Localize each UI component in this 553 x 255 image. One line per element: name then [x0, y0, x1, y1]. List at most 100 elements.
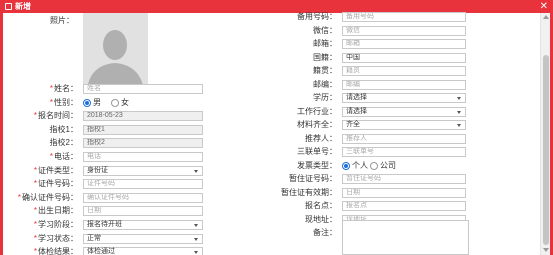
select-id_type[interactable]: 身份证 — [83, 165, 203, 176]
input-temp_exp[interactable]: 日期 — [342, 187, 466, 198]
required-mark: * — [49, 152, 53, 161]
select-value: 体检通过 — [87, 248, 115, 255]
field-label-stage: *学习阶段： — [2, 220, 78, 230]
select-industry[interactable]: 请选择 — [342, 106, 466, 117]
input-id_no[interactable]: 证件号码 — [83, 179, 203, 190]
field-label-text: 三联单号： — [297, 147, 337, 156]
scrollbar-thumb[interactable] — [543, 55, 549, 245]
select-exam[interactable]: 体检通过 — [83, 247, 203, 255]
textarea-remark[interactable] — [342, 220, 469, 255]
field-label-text: 邮编： — [313, 79, 337, 89]
field-label-text: 姓名： — [54, 84, 78, 93]
field-label-text: 备用号码： — [297, 12, 337, 21]
input-nation[interactable]: 中国 — [342, 52, 466, 63]
input-name[interactable]: 姓名 — [83, 84, 203, 94]
field-label-text: 工作行业： — [297, 106, 337, 116]
field-label-phone: *电话： — [2, 152, 78, 162]
field-label-triple: 三联单号： — [262, 147, 337, 157]
select-value: 请选择 — [346, 107, 367, 115]
field-label-id_confirm: *确认证件号码： — [2, 193, 78, 203]
radio-gender-1[interactable] — [111, 98, 119, 107]
field-label-temp_id: 暂住证号码： — [262, 174, 337, 184]
field-label-text: 报名点： — [305, 201, 337, 210]
select-value: 齐全 — [346, 121, 360, 128]
field-label-id_type: *证件类型： — [2, 166, 78, 176]
field-label-referrer: 推荐人： — [262, 134, 337, 144]
input-alt_phone[interactable]: 备用号码 — [342, 12, 466, 22]
field-label-text: 体检结果： — [38, 247, 78, 255]
field-label-text: 备注： — [313, 228, 337, 237]
input-referrer[interactable]: 推荐人 — [342, 133, 466, 144]
required-mark: * — [33, 179, 37, 189]
select-stage[interactable]: 报名待开班 — [83, 220, 203, 230]
required-mark: * — [17, 192, 21, 202]
input-triple[interactable]: 三联单号 — [342, 147, 466, 157]
field-label-campus2: 指校2： — [2, 138, 78, 148]
field-label-material: 材料齐全： — [262, 120, 337, 130]
input-email[interactable]: 邮箱 — [342, 39, 466, 49]
field-label-native: 籍贯： — [262, 66, 337, 76]
avatar-placeholder-icon — [83, 13, 148, 90]
required-mark: * — [33, 220, 37, 229]
input-postcode[interactable]: 邮编 — [342, 79, 466, 90]
close-icon[interactable]: ✕ — [540, 0, 548, 13]
input-reg_point[interactable]: 报名点 — [342, 201, 466, 211]
photo-upload[interactable] — [83, 13, 148, 90]
chevron-down-icon — [194, 224, 198, 227]
field-label-text: 学习状态： — [38, 233, 78, 243]
input-campus1: 指校1 — [83, 124, 203, 135]
input-campus2: 指校2 — [83, 138, 203, 149]
input-temp_id[interactable]: 暂住证号码 — [342, 174, 466, 184]
required-mark: * — [49, 97, 53, 107]
scrollbar[interactable] — [540, 13, 550, 255]
chevron-down-icon — [457, 124, 461, 127]
field-label-campus1: 指校1： — [2, 125, 78, 135]
field-label-nation: 国籍： — [262, 53, 337, 63]
radio-gender-0[interactable] — [83, 98, 91, 107]
field-label-alt_phone: 备用号码： — [262, 12, 337, 22]
select-material[interactable]: 齐全 — [342, 120, 466, 130]
field-label-text: 发票类型： — [297, 160, 337, 170]
radio-label: 个人 — [352, 160, 368, 170]
chevron-down-icon — [194, 169, 198, 173]
field-label-invoice: 发票类型： — [262, 161, 337, 171]
radio-label: 公司 — [380, 160, 396, 170]
input-native[interactable]: 籍贯 — [342, 66, 466, 76]
field-label-text: 暂住证号码： — [289, 174, 337, 183]
input-birth[interactable]: 日期 — [83, 206, 203, 217]
field-label-text: 指校1： — [49, 124, 78, 134]
field-label-status: *学习状态： — [2, 234, 78, 244]
field-label-text: 现地址： — [305, 214, 337, 224]
select-education[interactable]: 请选择 — [342, 93, 466, 103]
field-label-text: 学习阶段： — [38, 220, 78, 229]
input-reg_time: 2018-05-23 — [83, 111, 203, 122]
input-id_confirm[interactable]: 确认证件号码 — [83, 192, 203, 203]
field-label-birth: *出生日期： — [2, 206, 78, 216]
input-phone[interactable]: 电话 — [83, 152, 203, 162]
field-label-text: 邮箱： — [313, 39, 337, 48]
radio-invoice-1[interactable] — [370, 161, 378, 170]
scroll-up-icon[interactable] — [543, 15, 549, 19]
scroll-down-icon[interactable] — [543, 248, 549, 252]
chevron-down-icon — [194, 251, 198, 255]
field-label-address: 现地址： — [262, 215, 337, 225]
field-label-text: 推荐人： — [305, 133, 337, 143]
field-label-industry: 工作行业： — [262, 107, 337, 117]
select-value: 请选择 — [346, 94, 367, 101]
radio-invoice-0[interactable] — [342, 161, 350, 170]
field-label-id_no: *证件号码： — [2, 179, 78, 189]
select-value: 身份证 — [87, 166, 108, 174]
required-mark: * — [33, 206, 37, 216]
field-label-reg_point: 报名点： — [262, 201, 337, 211]
required-mark: * — [49, 84, 53, 93]
radio-label: 男 — [93, 97, 101, 107]
field-label-text: 国籍： — [313, 52, 337, 62]
field-label-text: 性别： — [54, 97, 78, 107]
dialog-icon — [5, 3, 12, 10]
required-mark: * — [33, 247, 37, 255]
select-status[interactable]: 正常 — [83, 233, 203, 244]
photo-label: 照片： — [50, 16, 74, 25]
chevron-down-icon — [457, 110, 461, 114]
field-label-text: 学历： — [313, 93, 337, 102]
input-wechat[interactable]: 微信 — [342, 25, 466, 36]
